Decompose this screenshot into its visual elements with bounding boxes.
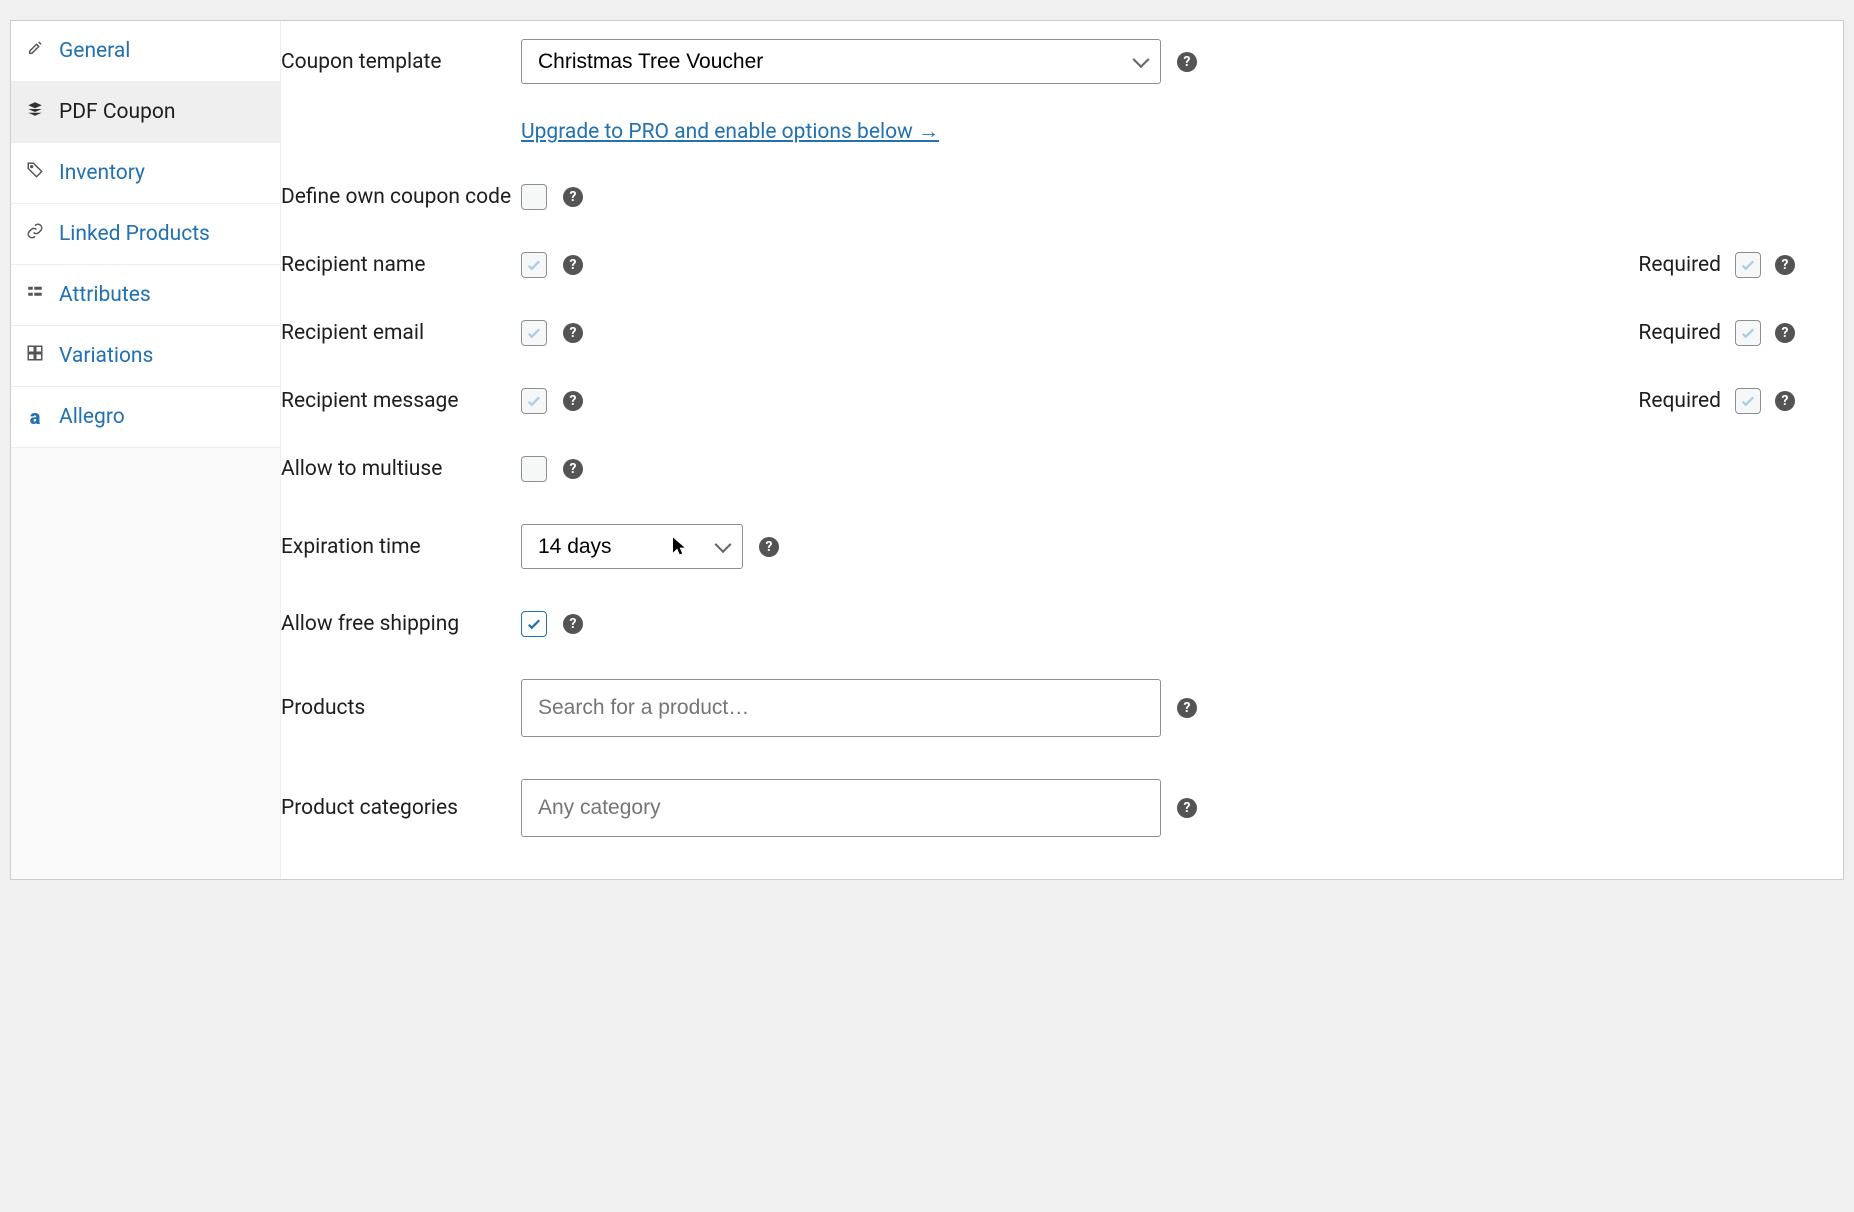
product-data-panel: General PDF Coupon Inventory Linked Prod… (10, 20, 1844, 880)
sidebar-item-linked-products[interactable]: Linked Products (11, 204, 280, 265)
recipient-email-label: Recipient email (281, 321, 521, 345)
recipient-name-checkbox (521, 252, 547, 278)
expiration-time-select[interactable]: 14 days (521, 524, 743, 569)
help-icon[interactable]: ? (1177, 798, 1197, 818)
recipient-message-required-checkbox (1735, 388, 1761, 414)
sidebar-item-label: Linked Products (59, 222, 210, 246)
define-own-code-checkbox (521, 184, 547, 210)
sidebar-item-allegro[interactable]: a Allegro (11, 387, 280, 448)
allow-multiuse-label: Allow to multiuse (281, 457, 521, 481)
tag-icon (25, 161, 45, 185)
required-label: Required (1638, 253, 1721, 277)
sidebar-item-pdf-coupon[interactable]: PDF Coupon (11, 82, 280, 143)
products-search-input[interactable] (521, 679, 1161, 737)
sidebar-item-label: PDF Coupon (59, 100, 175, 124)
products-label: Products (281, 696, 521, 720)
required-label: Required (1638, 321, 1721, 345)
sidebar-item-label: Variations (59, 344, 153, 368)
sidebar-item-inventory[interactable]: Inventory (11, 143, 280, 204)
sidebar-item-variations[interactable]: Variations (11, 326, 280, 387)
help-icon[interactable]: ? (1177, 52, 1197, 72)
allow-free-shipping-checkbox[interactable] (521, 611, 547, 637)
help-icon[interactable]: ? (563, 187, 583, 207)
product-categories-label: Product categories (281, 796, 521, 820)
help-icon[interactable]: ? (1177, 698, 1197, 718)
help-icon[interactable]: ? (759, 537, 779, 557)
sidebar-item-label: Inventory (59, 161, 145, 185)
recipient-message-row: Recipient message ? Required ? (281, 388, 1803, 414)
recipient-message-checkbox (521, 388, 547, 414)
sidebar-item-label: Attributes (59, 283, 151, 307)
coupon-template-row: Coupon template Christmas Tree Voucher ? (281, 39, 1803, 84)
help-icon[interactable]: ? (1775, 255, 1795, 275)
help-icon[interactable]: ? (563, 459, 583, 479)
help-icon[interactable]: ? (563, 391, 583, 411)
required-label: Required (1638, 389, 1721, 413)
recipient-name-required-checkbox (1735, 252, 1761, 278)
link-icon (25, 222, 45, 246)
product-categories-row: Product categories ? (281, 779, 1803, 837)
help-icon[interactable]: ? (1775, 391, 1795, 411)
coupon-template-label: Coupon template (281, 50, 521, 74)
upgrade-link[interactable]: Upgrade to PRO and enable options below … (521, 120, 939, 144)
wrench-icon (25, 39, 45, 63)
sidebar-item-general[interactable]: General (11, 21, 280, 82)
coupon-template-select[interactable]: Christmas Tree Voucher (521, 39, 1161, 84)
expiration-time-label: Expiration time (281, 535, 521, 559)
recipient-email-checkbox (521, 320, 547, 346)
recipient-email-row: Recipient email ? Required ? (281, 320, 1803, 346)
list-icon (25, 283, 45, 307)
allow-free-shipping-label: Allow free shipping (281, 612, 521, 636)
sidebar: General PDF Coupon Inventory Linked Prod… (11, 21, 281, 879)
stack-icon (25, 100, 45, 124)
define-own-code-label: Define own coupon code (281, 185, 521, 209)
product-categories-input[interactable] (521, 779, 1161, 837)
sidebar-item-attributes[interactable]: Attributes (11, 265, 280, 326)
recipient-name-label: Recipient name (281, 253, 521, 277)
allow-multiuse-row: Allow to multiuse ? (281, 456, 1803, 482)
sidebar-item-label: Allegro (59, 405, 125, 429)
allow-free-shipping-row: Allow free shipping ? (281, 611, 1803, 637)
allow-multiuse-checkbox (521, 456, 547, 482)
products-row: Products ? (281, 679, 1803, 737)
expiration-time-row: Expiration time 14 days ? (281, 524, 1803, 569)
sidebar-item-label: General (59, 39, 130, 63)
grid-icon (25, 344, 45, 368)
content-area: Coupon template Christmas Tree Voucher ?… (281, 21, 1843, 879)
recipient-email-required-checkbox (1735, 320, 1761, 346)
help-icon[interactable]: ? (1775, 323, 1795, 343)
allegro-icon: a (25, 405, 45, 429)
help-icon[interactable]: ? (563, 614, 583, 634)
recipient-message-label: Recipient message (281, 389, 521, 413)
help-icon[interactable]: ? (563, 323, 583, 343)
recipient-name-row: Recipient name ? Required ? (281, 252, 1803, 278)
define-own-code-row: Define own coupon code ? (281, 184, 1803, 210)
help-icon[interactable]: ? (563, 255, 583, 275)
